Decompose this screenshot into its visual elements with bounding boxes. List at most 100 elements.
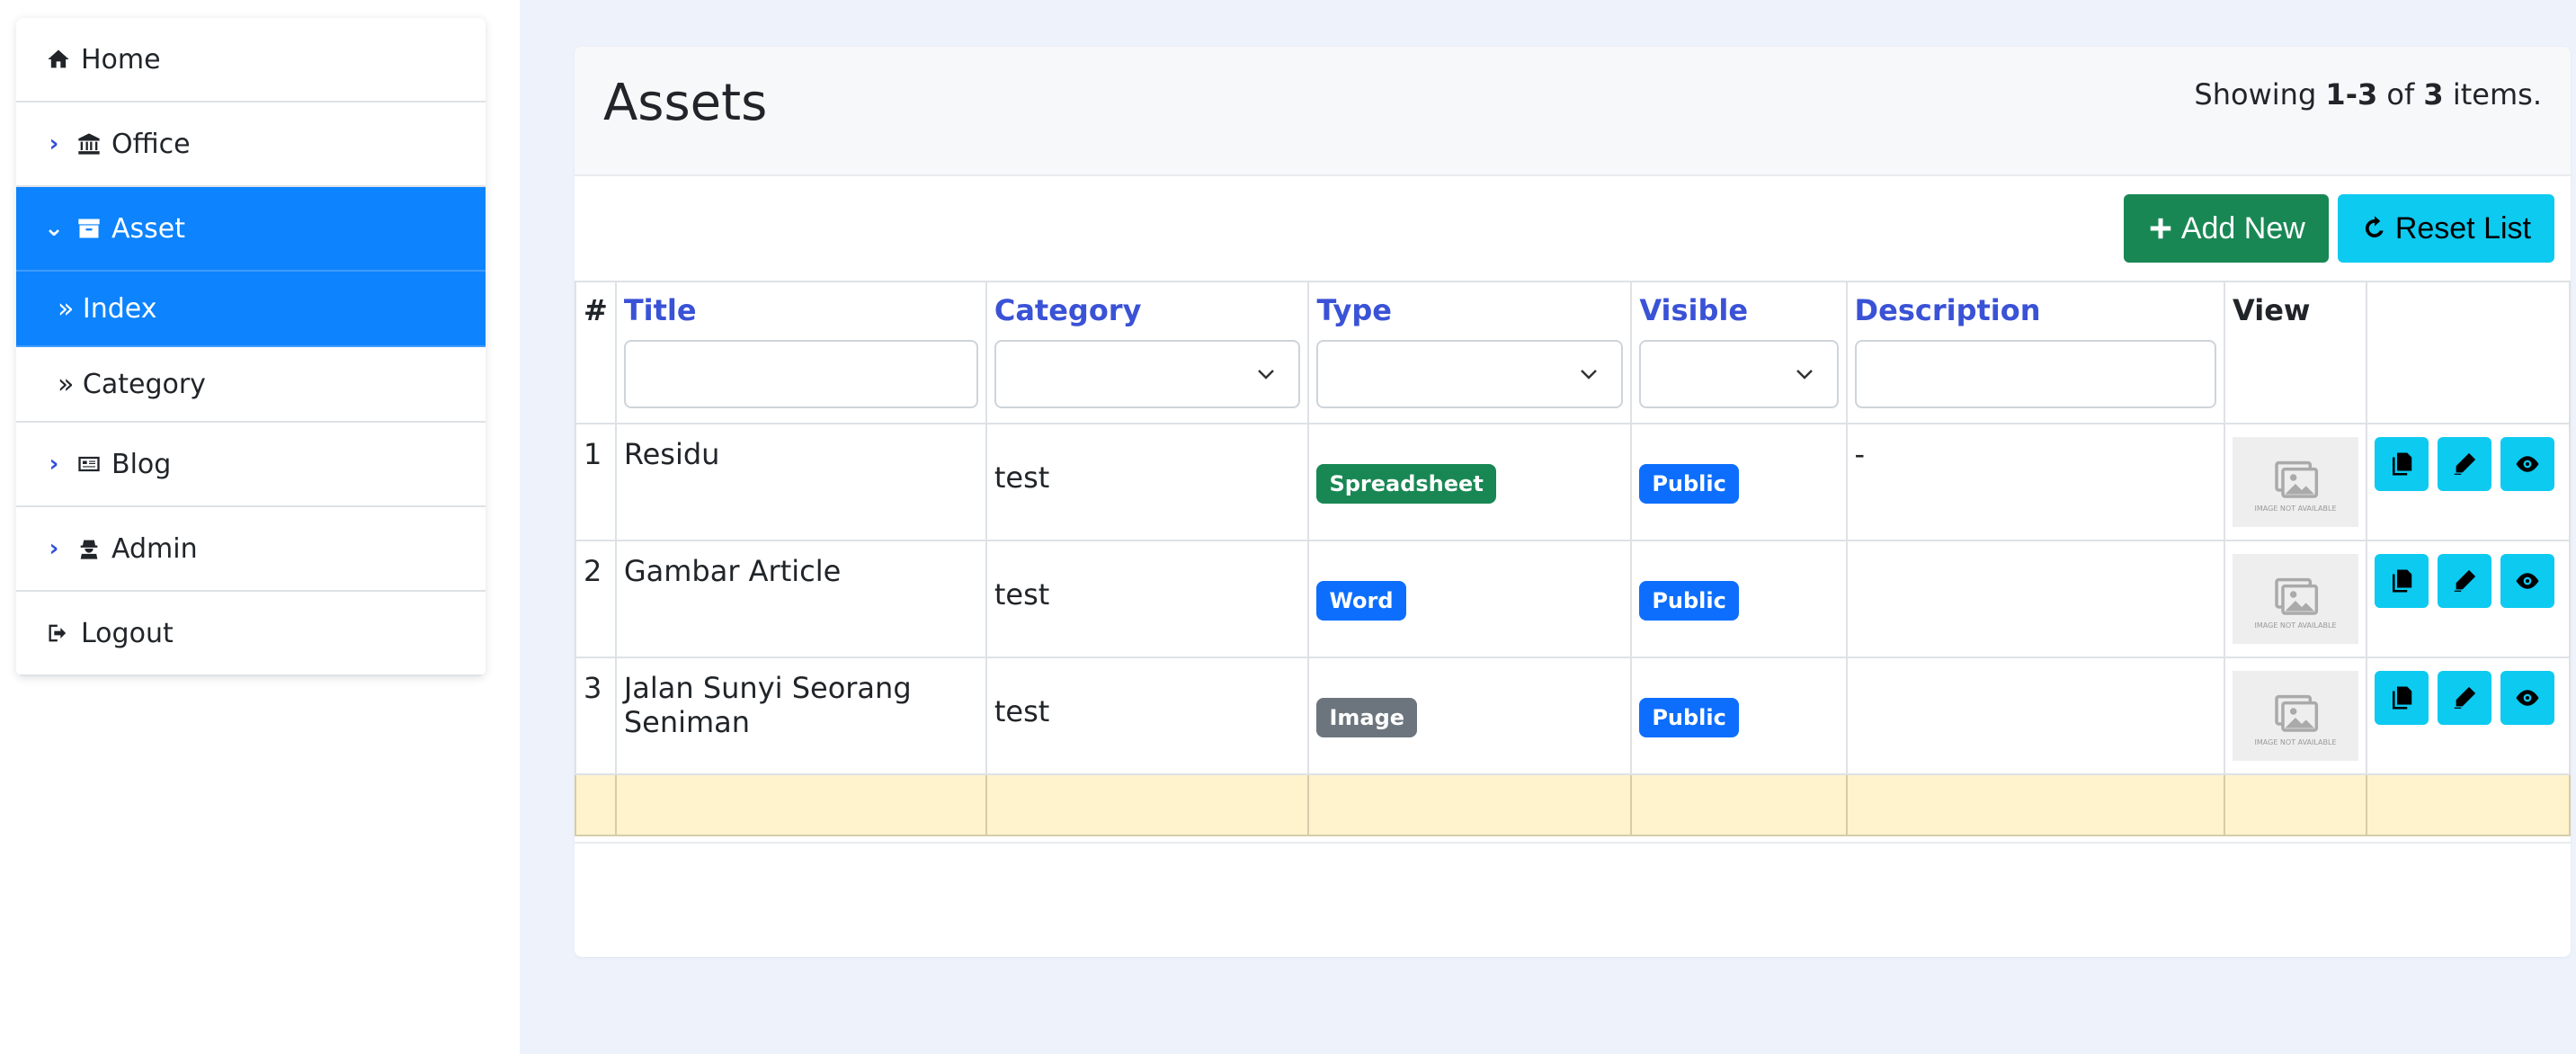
row-category: test xyxy=(985,657,1310,775)
image-placeholder[interactable]: IMAGE NOT AVAILABLE xyxy=(2233,671,2359,761)
refresh-icon xyxy=(2365,216,2384,237)
empty-cell xyxy=(2224,773,2368,836)
sidebar-item-blog[interactable]: › Blog xyxy=(16,423,486,507)
sidebar-item-office[interactable]: › Office xyxy=(16,103,486,187)
new-row-placeholder xyxy=(575,773,2571,836)
col-num: # xyxy=(575,281,617,424)
filter-visible-select[interactable] xyxy=(1639,340,1839,408)
row-type: Image xyxy=(1307,657,1633,775)
sidebar-item-label: Asset xyxy=(111,212,186,245)
row-description xyxy=(1845,657,2226,775)
row-title: Gambar Article xyxy=(614,540,987,658)
col-category: Category xyxy=(985,281,1310,424)
sidebar-item-label: Blog xyxy=(111,448,172,480)
empty-cell xyxy=(614,773,987,836)
plus-icon xyxy=(2150,218,2171,239)
card-header: Assets Showing 1-3 of 3 items. xyxy=(575,47,2571,176)
sidebar-item-label: Office xyxy=(111,128,191,160)
image-placeholder[interactable]: IMAGE NOT AVAILABLE xyxy=(2233,554,2359,644)
sort-visible-link[interactable]: Visible xyxy=(1639,293,1838,327)
edit-button[interactable] xyxy=(2438,554,2492,608)
sidebar-item-home[interactable]: Home xyxy=(16,18,486,103)
add-new-button[interactable]: Add New xyxy=(2123,194,2329,263)
view-button[interactable] xyxy=(2500,437,2555,491)
chevron-down-icon xyxy=(1581,370,1598,380)
row-title: Jalan Sunyi Seorang Seniman xyxy=(614,657,987,775)
eye-icon xyxy=(2516,573,2539,589)
visible-badge: Public xyxy=(1639,581,1739,621)
edit-button[interactable] xyxy=(2438,437,2492,491)
row-actions xyxy=(2366,423,2571,541)
sidebar-item-admin[interactable]: › Admin xyxy=(16,507,486,592)
chevron-down-icon: ⌄ xyxy=(44,215,64,242)
filter-title-input[interactable] xyxy=(623,340,978,408)
row-category: test xyxy=(985,423,1310,541)
add-new-label: Add New xyxy=(2180,210,2305,246)
filter-description-input[interactable] xyxy=(1854,340,2217,408)
sidebar-item-index[interactable]: » Index xyxy=(16,272,486,347)
type-badge: Word xyxy=(1316,581,1406,621)
archive-icon xyxy=(74,215,104,242)
pencil-icon xyxy=(2454,569,2476,592)
sidebar-item-label: Home xyxy=(81,43,161,76)
reset-list-button[interactable]: Reset List xyxy=(2337,194,2554,263)
sidebar-item-label: Logout xyxy=(81,617,174,649)
col-actions xyxy=(2366,281,2571,424)
chevron-down-icon xyxy=(1796,370,1813,380)
row-type: Word xyxy=(1307,540,1633,658)
image-placeholder-text: IMAGE NOT AVAILABLE xyxy=(2254,504,2337,513)
user-secret-icon xyxy=(74,535,104,562)
row-visible: Public xyxy=(1630,423,1848,541)
bank-icon xyxy=(74,130,104,157)
reset-list-label: Reset List xyxy=(2394,210,2531,246)
empty-cell xyxy=(2366,773,2571,836)
col-type: Type xyxy=(1307,281,1633,424)
empty-cell xyxy=(1630,773,1848,836)
col-view: View xyxy=(2224,281,2368,424)
visible-badge: Public xyxy=(1639,698,1739,737)
summary-text: Showing 1-3 of 3 items. xyxy=(2194,77,2542,112)
assets-table: # Title Category Type Visible Descriptio… xyxy=(575,281,2571,836)
sidebar-item-category[interactable]: » Category xyxy=(16,347,486,423)
sort-category-link[interactable]: Category xyxy=(994,293,1301,327)
sidebar-item-logout[interactable]: Logout xyxy=(16,592,486,676)
row-num: 2 xyxy=(575,540,617,658)
copy-button[interactable] xyxy=(2375,554,2429,608)
filter-type-select[interactable] xyxy=(1316,340,1624,408)
copy-button[interactable] xyxy=(2375,437,2429,491)
newspaper-icon xyxy=(74,451,104,478)
copy-icon xyxy=(2393,452,2412,476)
header-row: # Title Category Type Visible Descriptio… xyxy=(575,281,2571,424)
row-num: 1 xyxy=(575,423,617,541)
copy-button[interactable] xyxy=(2375,671,2429,725)
eye-icon xyxy=(2516,456,2539,472)
type-badge: Image xyxy=(1316,698,1418,737)
chevron-down-icon xyxy=(1258,370,1275,380)
page-title: Assets xyxy=(603,74,768,132)
view-button[interactable] xyxy=(2500,671,2555,725)
chevron-right-icon: › xyxy=(49,451,59,478)
sort-type-link[interactable]: Type xyxy=(1316,293,1623,327)
empty-cell xyxy=(985,773,1310,836)
view-button[interactable] xyxy=(2500,554,2555,608)
pencil-icon xyxy=(2454,686,2476,709)
empty-cell xyxy=(1307,773,1633,836)
row-title: Residu xyxy=(614,423,987,541)
image-placeholder-text: IMAGE NOT AVAILABLE xyxy=(2254,737,2337,746)
empty-cell xyxy=(575,773,617,836)
image-icon xyxy=(2275,577,2319,615)
toolbar: Add New Reset List xyxy=(2123,194,2554,263)
image-placeholder[interactable]: IMAGE NOT AVAILABLE xyxy=(2233,437,2359,527)
empty-cell xyxy=(1845,773,2226,836)
sidebar-item-asset[interactable]: ⌄ Asset xyxy=(16,187,486,272)
row-view: IMAGE NOT AVAILABLE xyxy=(2224,540,2368,658)
row-description xyxy=(1845,540,2226,658)
filter-category-select[interactable] xyxy=(994,340,1301,408)
sidebar-nav: Home › Office ⌄ Asset » Index » Category… xyxy=(16,18,486,676)
pencil-icon xyxy=(2454,452,2476,475)
sort-description-link[interactable]: Description xyxy=(1855,293,2216,327)
edit-button[interactable] xyxy=(2438,671,2492,725)
row-visible: Public xyxy=(1630,657,1848,775)
table-row: 2 Gambar Article test Word Public IMAGE … xyxy=(575,540,2571,658)
sort-title-link[interactable]: Title xyxy=(624,293,978,327)
